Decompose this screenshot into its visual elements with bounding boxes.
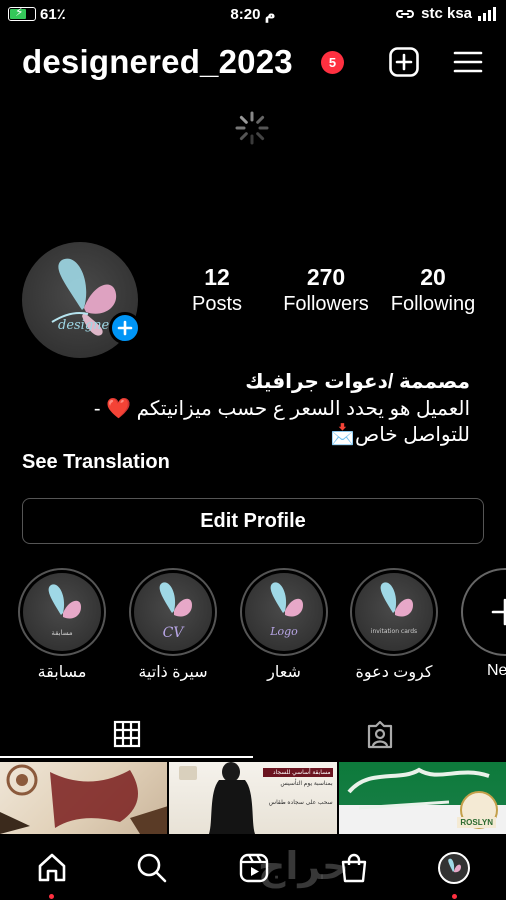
posts-value: 12 xyxy=(204,264,230,290)
highlight-label: مسابقة xyxy=(37,664,87,681)
nav-home[interactable] xyxy=(34,850,70,899)
highlight-cover-caption: Logo xyxy=(269,625,298,638)
carpet-pattern-image xyxy=(0,764,168,834)
post-detail: سحب على سجاده طقاس xyxy=(268,800,333,806)
post-thumbnail[interactable]: ROSLYN xyxy=(338,762,506,834)
bio-display-name: مصممة /دعوات جرافيك xyxy=(245,371,470,393)
following-value: 20 xyxy=(420,264,446,290)
highlight-label: كروت دعوة xyxy=(355,664,433,681)
bio-line-1: العميل هو يحدد السعر ع حسب ميزانيتكم ❤️ … xyxy=(93,398,470,420)
status-bar: ⚡ 61٪ 8:20 م stc ksa xyxy=(0,0,506,30)
bottom-navigation: حراج xyxy=(0,836,506,900)
highlight-competition[interactable]: مسابقة مسابقة xyxy=(18,568,106,682)
highlight-label: سيرة ذاتية xyxy=(138,664,208,681)
highlight-cover-caption: CV xyxy=(163,625,186,641)
followers-label: Followers xyxy=(283,293,369,315)
plus-icon xyxy=(491,598,506,626)
post-title: مسابقة أساسي للسجاد xyxy=(262,768,333,777)
butterfly-icon: مسابقة xyxy=(48,584,81,637)
brand-logo xyxy=(179,766,198,780)
butterfly-icon: CV xyxy=(159,582,192,641)
nav-profile[interactable] xyxy=(436,850,472,899)
notification-dot xyxy=(452,894,457,899)
nav-search[interactable] xyxy=(134,850,170,886)
tagged-person-icon xyxy=(367,720,392,749)
posts-label: Posts xyxy=(191,293,243,315)
highlight-label: New xyxy=(487,662,506,679)
username-title[interactable]: designered_2023 xyxy=(22,43,293,81)
post-thumbnail[interactable]: مسابقة أساسي للسجاد بمناسبة يوم التأسيس … xyxy=(169,762,337,834)
profile-avatar xyxy=(438,852,470,884)
add-story-button[interactable] xyxy=(109,312,141,344)
highlight-new[interactable]: New xyxy=(461,568,506,680)
highlight-cover-caption: invitation cards xyxy=(371,628,417,635)
highlight-invitation-cards[interactable]: invitation cards كروت دعوة xyxy=(350,568,438,682)
following-count[interactable]: 20 Following xyxy=(384,264,482,316)
grid-icon xyxy=(113,720,140,748)
profile-tabs xyxy=(0,712,506,760)
link-icon xyxy=(396,9,415,18)
highlight-logo[interactable]: Logo شعار xyxy=(240,568,328,682)
loading-spinner-icon xyxy=(235,111,269,145)
avatar-logo-text: designer xyxy=(58,318,116,333)
plus-icon xyxy=(117,320,133,336)
highlight-cover-caption: مسابقة xyxy=(51,629,73,637)
see-translation-link[interactable]: See Translation xyxy=(22,451,170,474)
post-subtitle: بمناسبة يوم التأسيس xyxy=(280,781,333,787)
profile-header: designered_2023 5 xyxy=(22,40,488,84)
followers-count[interactable]: 270 Followers xyxy=(276,264,376,316)
haraj-watermark: حراج xyxy=(258,844,350,888)
tab-tagged[interactable] xyxy=(253,712,506,758)
tab-grid[interactable] xyxy=(0,712,253,758)
highlight-label: شعار xyxy=(267,664,301,681)
posts-count[interactable]: 12 Posts xyxy=(178,264,256,316)
butterfly-icon: Logo xyxy=(269,582,303,638)
edit-profile-button[interactable]: Edit Profile xyxy=(22,498,484,544)
posts-grid: مسابقة أساسي للسجاد بمناسبة يوم التأسيس … xyxy=(0,762,506,834)
bio-line-2: للتواصل خاص📩 xyxy=(330,424,470,446)
highlight-cv[interactable]: CV سيرة ذاتية xyxy=(129,568,217,682)
signal-icon xyxy=(478,6,496,21)
profile-bio: مصممة /دعوات جرافيك العميل هو يحدد السعر… xyxy=(22,368,470,448)
notification-badge: 5 xyxy=(321,51,344,74)
brand-tag: ROSLYN xyxy=(457,817,496,828)
notification-dot xyxy=(49,894,54,899)
butterfly-icon: invitation cards xyxy=(371,582,417,635)
carrier-info: stc ksa xyxy=(395,5,496,22)
home-icon xyxy=(38,853,66,882)
plus-square-icon[interactable] xyxy=(388,46,420,78)
post-text-block: مسابقة أساسي للسجاد بمناسبة يوم التأسيس … xyxy=(262,768,333,806)
followers-value: 270 xyxy=(306,264,346,290)
post-thumbnail[interactable] xyxy=(0,762,168,834)
search-icon xyxy=(137,853,167,883)
following-label: Following xyxy=(390,293,476,315)
carrier-name: stc ksa xyxy=(421,5,472,22)
hamburger-menu-icon[interactable] xyxy=(452,46,484,78)
